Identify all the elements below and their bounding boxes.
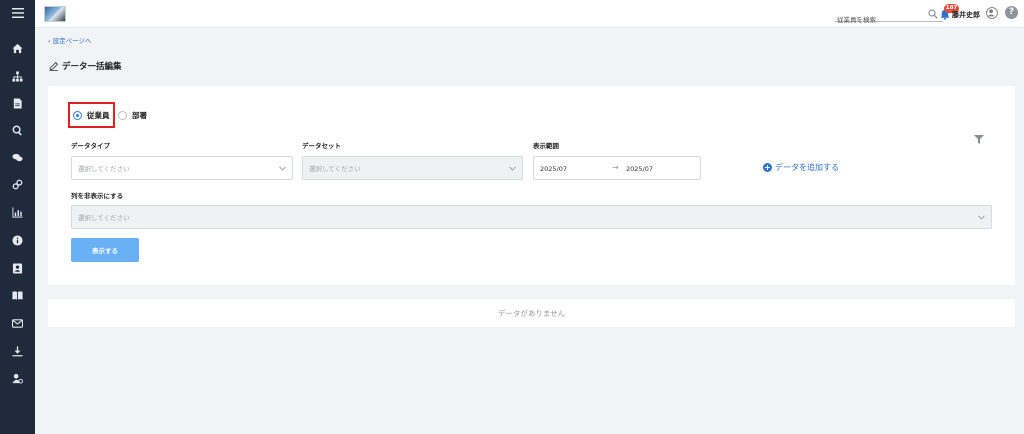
- radio-employee[interactable]: 従業員: [68, 102, 115, 128]
- filter-icon[interactable]: [974, 135, 984, 144]
- data-type-placeholder: 選択してください: [78, 165, 130, 173]
- empty-message: データがありません: [497, 308, 566, 318]
- target-radio-group: 従業員 部署: [68, 102, 147, 128]
- page-title: データ一括編集: [49, 60, 122, 72]
- bar-chart-icon[interactable]: [0, 201, 35, 223]
- radio-department[interactable]: 部署: [118, 110, 147, 121]
- hide-columns-label: 列を非表示にする: [71, 192, 124, 200]
- chevron-down-icon: [279, 166, 286, 171]
- bulk-edit-form-card: 従業員 部署 データタイプ 選択してください データセット 選択してください 表…: [48, 86, 1015, 285]
- org-chart-icon[interactable]: [0, 65, 35, 87]
- employee-search-input[interactable]: [835, 14, 925, 26]
- top-header: 187 藤井史郎 ?: [35, 0, 1024, 28]
- employee-search[interactable]: [835, 7, 943, 26]
- range-arrow-icon: →: [612, 163, 619, 172]
- add-data-button[interactable]: + データを追加する: [763, 162, 839, 173]
- hide-columns-select[interactable]: 選択してください: [71, 205, 992, 229]
- radio-employee-indicator[interactable]: [73, 110, 82, 120]
- info-icon[interactable]: [0, 229, 35, 251]
- document-icon[interactable]: [0, 92, 35, 114]
- range-start-date[interactable]: 2025/07: [540, 165, 567, 173]
- link-icon[interactable]: [0, 173, 35, 195]
- company-logo[interactable]: [44, 6, 66, 22]
- dataset-select[interactable]: 選択してください: [302, 156, 523, 180]
- chevron-down-icon: [509, 166, 516, 171]
- home-icon[interactable]: [0, 37, 35, 59]
- contact-card-icon[interactable]: [0, 257, 35, 279]
- plus-circle-icon: +: [763, 163, 772, 172]
- hide-columns-placeholder: 選択してください: [78, 214, 130, 222]
- chat-icon[interactable]: [0, 146, 35, 168]
- display-range-picker[interactable]: 2025/07 → 2025/07: [533, 156, 701, 180]
- data-type-select[interactable]: 選択してください: [71, 156, 293, 180]
- data-type-label: データタイプ: [71, 142, 110, 150]
- hamburger-menu-icon[interactable]: [0, 2, 35, 24]
- add-data-label: データを追加する: [775, 163, 839, 172]
- results-panel: データがありません: [48, 299, 1015, 327]
- user-settings-icon[interactable]: [0, 367, 35, 389]
- back-link-label: 設定ページへ: [52, 37, 92, 45]
- sidebar: [0, 0, 35, 434]
- radio-employee-label: 従業員: [87, 110, 110, 120]
- edit-pencil-icon: [49, 61, 59, 71]
- download-icon[interactable]: [0, 340, 35, 362]
- range-end-date[interactable]: 2025/07: [626, 165, 653, 173]
- help-icon[interactable]: ?: [1005, 6, 1018, 19]
- search-icon[interactable]: [928, 9, 938, 19]
- mail-icon[interactable]: [0, 312, 35, 334]
- search-icon[interactable]: [0, 119, 35, 141]
- dataset-label: データセット: [302, 142, 341, 150]
- page-title-text: データ一括編集: [62, 62, 122, 72]
- back-to-settings-link[interactable]: ‹ 設定ページへ: [48, 35, 92, 45]
- show-button[interactable]: 表示する: [71, 238, 139, 262]
- display-range-label: 表示範囲: [533, 142, 559, 150]
- radio-department-indicator[interactable]: [118, 110, 127, 120]
- user-name[interactable]: 藤井史郎: [952, 10, 980, 20]
- radio-department-label: 部署: [132, 110, 147, 120]
- dataset-placeholder: 選択してください: [309, 165, 361, 173]
- book-icon[interactable]: [0, 284, 35, 306]
- user-avatar-icon: [987, 9, 995, 17]
- chevron-down-icon: [978, 215, 985, 220]
- avatar[interactable]: [986, 7, 998, 19]
